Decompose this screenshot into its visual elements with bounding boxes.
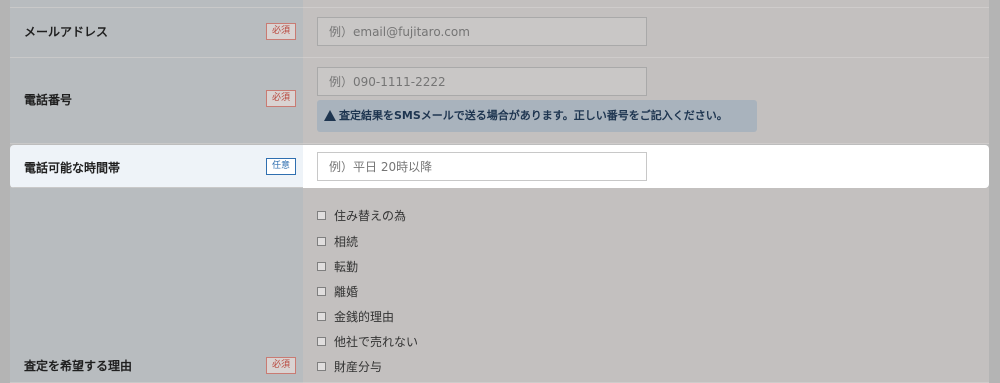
value-cell — [303, 0, 989, 8]
checkbox[interactable] — [317, 337, 326, 346]
reason-label: 査定を希望する理由 — [24, 359, 133, 373]
required-badge: 必須 — [266, 23, 296, 40]
phone-field[interactable] — [317, 67, 647, 96]
checkbox[interactable] — [317, 262, 326, 271]
reason-option[interactable]: 財産分与 — [317, 358, 382, 375]
call-time-label: 電話可能な時間帯 — [24, 161, 121, 175]
warning-triangle-icon — [324, 110, 336, 143]
label-cell — [10, 0, 303, 8]
email-field[interactable] — [317, 17, 647, 46]
reason-option[interactable]: 相続 — [317, 233, 358, 250]
optional-badge: 任意 — [266, 158, 296, 175]
checkbox[interactable] — [317, 237, 326, 246]
reason-option[interactable]: 金銭的理由 — [317, 308, 394, 325]
required-badge: 必須 — [266, 357, 296, 374]
label-cell: メールアドレス 必須 — [10, 8, 303, 58]
left-edge — [0, 0, 10, 383]
reason-option[interactable]: 住み替えの為 — [317, 207, 406, 224]
right-edge — [989, 0, 1000, 383]
form-row-top — [10, 0, 989, 8]
reason-option[interactable]: 離婚 — [317, 283, 358, 300]
value-cell: 住み替えの為 相続 転勤 離婚 金銭的理由 他社で売れない 財産分与 — [303, 188, 989, 383]
checkbox[interactable] — [317, 211, 326, 220]
label-cell: 査定を希望する理由 必須 — [10, 188, 303, 383]
label-cell: 電話可能な時間帯 任意 — [10, 145, 303, 188]
phone-label: 電話番号 — [24, 93, 73, 107]
value-cell — [303, 145, 989, 188]
form-row-phone: 電話番号 必須 査定結果をSMSメールで送る場合があります。正しい番号をご記入く… — [10, 58, 989, 144]
required-badge: 必須 — [266, 90, 296, 107]
form-row-reason: 査定を希望する理由 必須 住み替えの為 相続 転勤 離婚 金銭的理由 他社で売れ… — [10, 188, 989, 383]
checkbox[interactable] — [317, 312, 326, 321]
reason-option[interactable]: 転勤 — [317, 258, 358, 275]
value-cell: 査定結果をSMSメールで送る場合があります。正しい番号をご記入ください。 — [303, 58, 989, 144]
checkbox[interactable] — [317, 362, 326, 371]
sms-notice-text: 査定結果をSMSメールで送る場合があります。正しい番号をご記入ください。 — [339, 109, 728, 122]
form-row-email: メールアドレス 必須 — [10, 8, 989, 58]
reason-option[interactable]: 他社で売れない — [317, 333, 418, 350]
value-cell — [303, 8, 989, 58]
sms-notice: 査定結果をSMSメールで送る場合があります。正しい番号をご記入ください。 — [317, 100, 757, 143]
form-row-call-time: 電話可能な時間帯 任意 — [10, 145, 989, 188]
call-time-field[interactable] — [317, 152, 647, 181]
label-cell: 電話番号 必須 — [10, 58, 303, 144]
email-label: メールアドレス — [24, 25, 109, 39]
checkbox[interactable] — [317, 287, 326, 296]
